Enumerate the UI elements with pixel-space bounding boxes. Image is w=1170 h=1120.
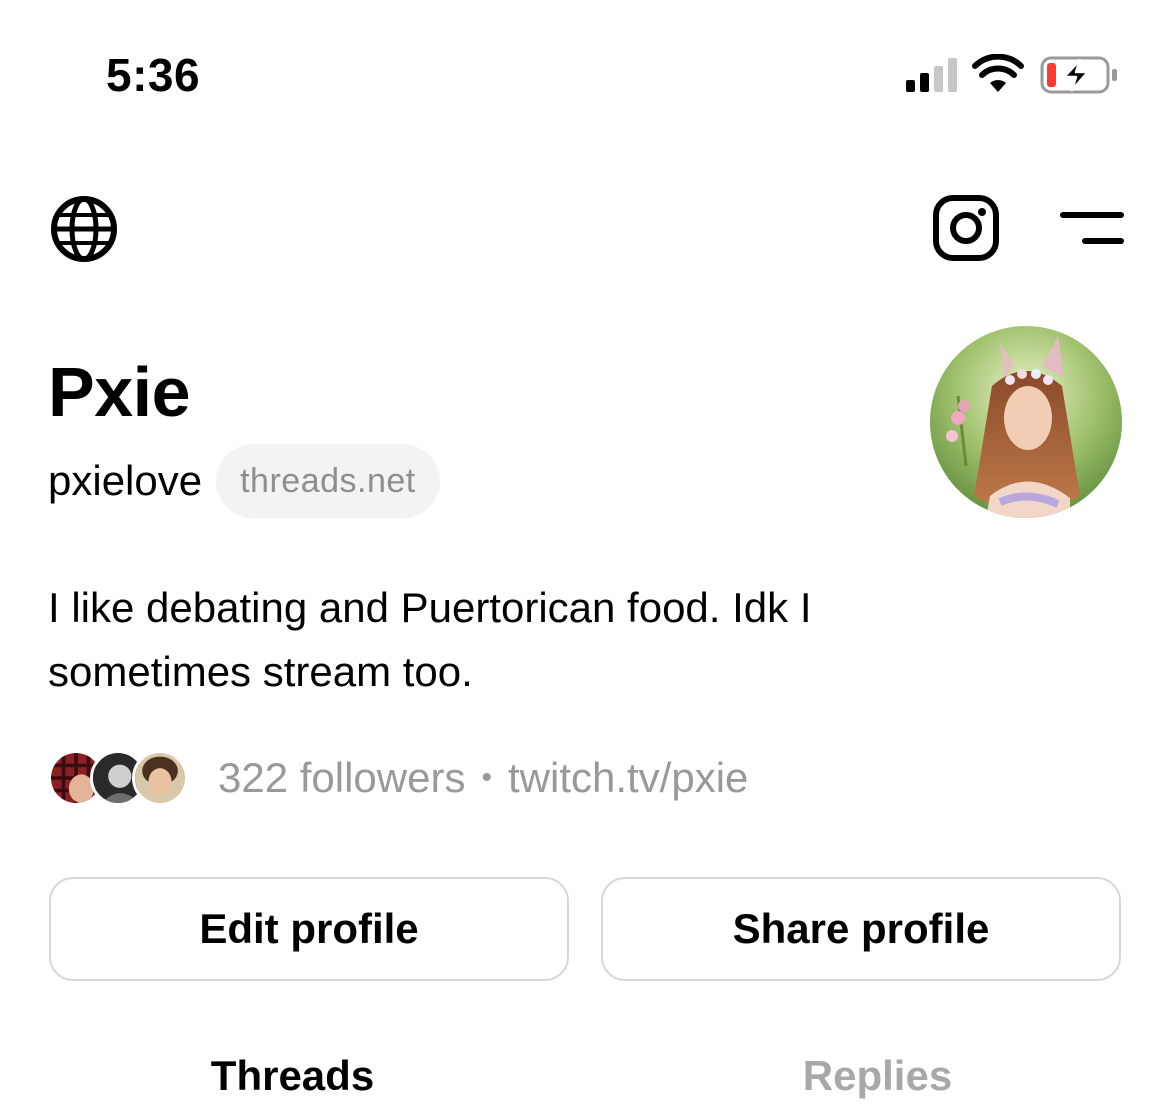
menu-icon[interactable]: [1060, 210, 1124, 248]
profile-name: Pxie: [48, 353, 191, 431]
tab-replies[interactable]: Replies: [585, 1052, 1170, 1100]
share-profile-button[interactable]: Share profile: [601, 877, 1121, 981]
followers-count[interactable]: 322 followers: [218, 754, 465, 802]
followers-info: 322 followers • twitch.tv/pxie: [218, 754, 748, 802]
separator-dot: •: [481, 761, 492, 794]
profile-link[interactable]: twitch.tv/pxie: [508, 754, 748, 802]
follower-avatars[interactable]: [48, 748, 198, 808]
username-row: pxielove threads.net: [48, 444, 440, 518]
status-time: 5:36: [106, 49, 201, 101]
followers-row: 322 followers • twitch.tv/pxie: [48, 748, 748, 808]
profile-bio: I like debating and Puertorican food. Id…: [48, 584, 812, 695]
profile-avatar[interactable]: [930, 326, 1122, 518]
battery-charging-icon: [1040, 56, 1117, 94]
edit-profile-button[interactable]: Edit profile: [49, 877, 569, 981]
profile-screen: 5:36 Pxie pxielove threads.net I like de…: [0, 0, 1170, 1120]
cellular-signal-icon: [906, 58, 957, 92]
follower-avatar: [132, 750, 188, 806]
wifi-icon: [972, 54, 1024, 92]
avatar-image: [930, 326, 1122, 518]
instagram-icon[interactable]: [932, 194, 1000, 262]
globe-icon[interactable]: [50, 195, 118, 263]
username: pxielove: [48, 457, 203, 504]
tab-threads[interactable]: Threads: [0, 1052, 585, 1100]
domain-badge[interactable]: threads.net: [216, 444, 440, 518]
